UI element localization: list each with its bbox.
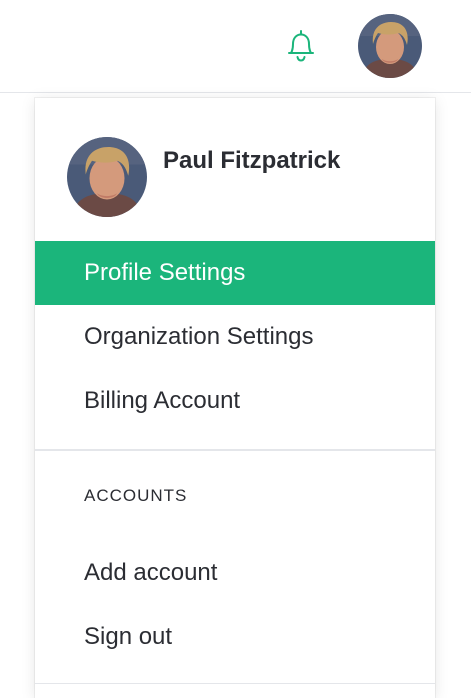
menu-bottom-divider	[35, 683, 435, 684]
bell-icon[interactable]	[283, 26, 319, 66]
menu-item-organization-settings[interactable]: Organization Settings	[35, 305, 435, 369]
user-avatar	[67, 137, 147, 217]
account-dropdown-menu: Paul Fitzpatrick Profile Settings Organi…	[35, 98, 435, 698]
menu-divider	[35, 449, 435, 451]
user-avatar-photo-icon	[67, 137, 147, 217]
menu-item-sign-out[interactable]: Sign out	[35, 605, 435, 669]
menu-item-billing-account[interactable]: Billing Account	[35, 369, 435, 433]
user-avatar-photo-icon	[358, 14, 422, 78]
user-header: Paul Fitzpatrick	[35, 98, 435, 241]
menu-item-profile-settings[interactable]: Profile Settings	[35, 241, 435, 305]
user-name: Paul Fitzpatrick	[163, 147, 341, 174]
menu-item-add-account[interactable]: Add account	[35, 541, 435, 605]
top-bar	[0, 0, 471, 93]
account-menu-avatar[interactable]	[358, 14, 422, 78]
accounts-section-heading: ACCOUNTS	[84, 486, 188, 505]
